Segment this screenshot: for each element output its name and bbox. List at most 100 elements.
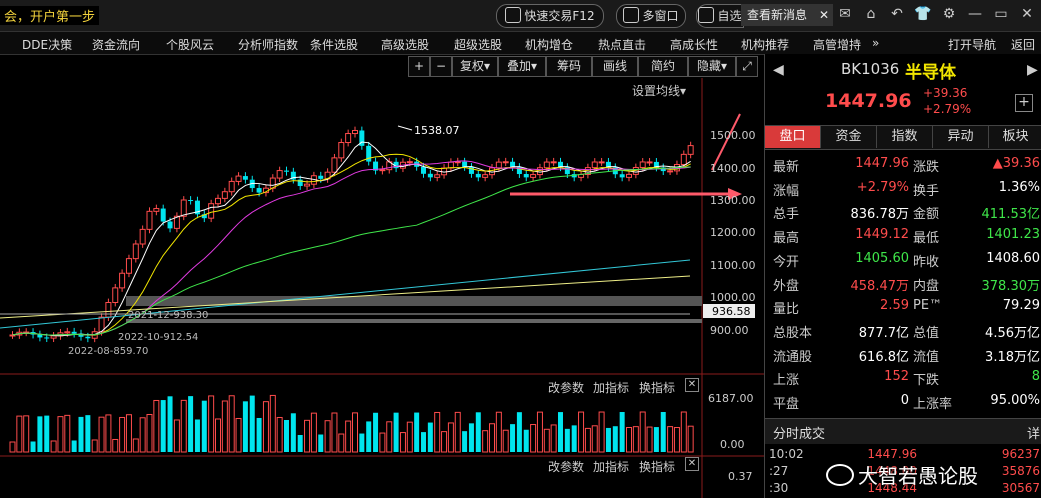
window-close-icon[interactable]: ✕ xyxy=(1018,5,1036,23)
open-nav-button[interactable]: 打开导航 xyxy=(948,36,996,53)
menu-item-condition-select[interactable]: 条件选股 xyxy=(310,36,358,53)
overlay-button[interactable]: 叠加▾ xyxy=(498,56,546,77)
close-icon[interactable]: ✕ xyxy=(819,4,829,26)
kline-chart[interactable]: 1538.07 2021-12-938.30 2022-10-912.54 20… xyxy=(0,78,764,498)
quote-row: 外盘 458.47万 内盘 378.30万 xyxy=(765,272,1041,295)
simple-mode-button[interactable]: 简约 xyxy=(638,56,688,77)
quote-label: 总值 xyxy=(913,325,940,341)
quote-value: 152 xyxy=(884,369,909,385)
volume-bar xyxy=(571,425,577,452)
volume-bar xyxy=(530,424,537,453)
stock-code: BK1036 xyxy=(841,60,900,78)
home-icon[interactable]: ⌂ xyxy=(862,5,880,23)
maximize-icon[interactable]: ▭ xyxy=(992,5,1010,23)
volume-bar xyxy=(194,419,200,452)
quote-label: 流通股 xyxy=(773,349,813,365)
menu-item-advanced-select[interactable]: 高级选股 xyxy=(381,36,429,53)
menu-item-stock-news[interactable]: 个股风云 xyxy=(166,36,214,53)
vol-switch-indicator-button[interactable]: 换指标 xyxy=(639,379,675,396)
quote-value: 2.59 xyxy=(880,298,909,314)
prev-stock-icon[interactable]: ◀ xyxy=(773,62,784,78)
tab-fund[interactable]: 资金 xyxy=(821,126,877,148)
zoom-in-button[interactable]: + xyxy=(408,56,430,77)
menu-scroll-icon[interactable]: » xyxy=(872,36,879,50)
volume-bar xyxy=(626,427,632,453)
candle-body xyxy=(188,200,194,202)
menu-item-fund-flow[interactable]: 资金流向 xyxy=(92,36,140,53)
volume-bar xyxy=(393,412,399,452)
self-select-button[interactable]: 自选 xyxy=(696,4,744,28)
ind-change-param-button[interactable]: 改参数 xyxy=(548,458,584,475)
vol-y-top: 6187.00 xyxy=(708,392,754,405)
volume-bar xyxy=(510,424,516,452)
ind-add-indicator-button[interactable]: 加指标 xyxy=(593,458,629,475)
volume-bar xyxy=(125,414,132,453)
vol-close-icon[interactable]: ✕ xyxy=(685,378,699,392)
quote-value: 1449.12 xyxy=(855,227,909,243)
volume-bar xyxy=(50,440,57,453)
quote-label: 最低 xyxy=(913,231,940,247)
minimize-icon[interactable]: — xyxy=(966,5,984,23)
volume-bar xyxy=(489,423,495,453)
tick-price: 1447.96 xyxy=(867,447,917,461)
quick-trade-button[interactable]: 快速交易F12 xyxy=(496,4,604,28)
hide-button[interactable]: 隐藏▾ xyxy=(688,56,736,77)
menu-item-super-select[interactable]: 超级选股 xyxy=(454,36,502,53)
volume-bar xyxy=(284,420,289,452)
volume-bar xyxy=(262,401,269,453)
ticks-detail-button[interactable]: 详 xyxy=(1027,423,1040,442)
quote-row: 最高 1449.12 最低 1401.23 xyxy=(765,224,1041,247)
quote-label: 量比 xyxy=(773,302,800,318)
draw-line-button[interactable]: 画线 xyxy=(592,56,638,77)
menu-item-hotspot[interactable]: 热点直击 xyxy=(598,36,646,53)
candle-body xyxy=(462,161,468,167)
candle-body xyxy=(530,174,537,178)
volume-bar xyxy=(30,441,36,452)
ind-close-icon[interactable]: ✕ xyxy=(685,457,699,471)
return-button[interactable]: 返回 xyxy=(1011,36,1035,53)
candle-body xyxy=(318,175,324,179)
news-notification[interactable]: 查看新消息 ✕ xyxy=(741,4,833,26)
candle-body xyxy=(132,243,139,260)
quote-row: 总股本 877.7亿 总值 4.56万亿 xyxy=(765,319,1041,342)
candle-body xyxy=(619,174,625,178)
volume-bar xyxy=(235,417,242,453)
ind-switch-indicator-button[interactable]: 换指标 xyxy=(639,458,675,475)
volume-bar xyxy=(495,411,502,453)
stock-change: +39.36 xyxy=(923,86,968,100)
tab-order-book[interactable]: 盘口 xyxy=(765,126,821,148)
quote-value: 378.30万 xyxy=(981,278,1041,294)
volume-bars xyxy=(9,394,694,453)
menu-item-executive-increase[interactable]: 高管增持 xyxy=(813,36,861,53)
next-stock-icon[interactable]: ▶ xyxy=(1027,62,1038,78)
menu-item-high-growth[interactable]: 高成长性 xyxy=(670,36,718,53)
menu-item-dde[interactable]: DDE决策 xyxy=(22,36,72,53)
volume-bar xyxy=(112,438,119,453)
quote-value: ▲39.36 xyxy=(992,156,1040,171)
quote-value: 1401.23 xyxy=(986,227,1040,243)
quote-panel: ◀ ▶ BK1036 半导体 1447.96 +39.36 +2.79% + 盘… xyxy=(764,54,1041,498)
tab-index[interactable]: 指数 xyxy=(877,126,933,148)
tab-movement[interactable]: 异动 xyxy=(933,126,989,148)
shirt-icon[interactable]: 👕 xyxy=(914,5,932,23)
mail-icon[interactable]: ✉ xyxy=(836,5,854,23)
menu-item-institution-increase[interactable]: 机构增仓 xyxy=(525,36,573,53)
tab-sector[interactable]: 板块 xyxy=(989,126,1041,148)
vol-change-param-button[interactable]: 改参数 xyxy=(548,379,584,396)
multi-window-button[interactable]: 多窗口 xyxy=(616,4,686,28)
window-title: 会，开户第一步 xyxy=(0,6,100,25)
settings-icon[interactable]: ⚙ xyxy=(940,5,958,23)
candle-group xyxy=(9,126,694,343)
fullscreen-icon[interactable]: ⤢ xyxy=(736,56,758,77)
menu-item-analyst-index[interactable]: 分析师指数 xyxy=(238,36,298,53)
vol-add-indicator-button[interactable]: 加指标 xyxy=(593,379,629,396)
back-icon[interactable]: ↶ xyxy=(888,5,906,23)
zoom-out-button[interactable]: − xyxy=(430,56,452,77)
volume-bar xyxy=(256,417,262,452)
chips-button[interactable]: 筹码 xyxy=(546,56,592,77)
menu-item-institution-recommend[interactable]: 机构推荐 xyxy=(741,36,789,53)
ma-setting-button[interactable]: 设置均线▾ xyxy=(632,82,686,99)
restore-right-button[interactable]: 复权▾ xyxy=(452,56,498,77)
volume-bar xyxy=(188,396,194,452)
add-watchlist-icon[interactable]: + xyxy=(1015,94,1033,112)
